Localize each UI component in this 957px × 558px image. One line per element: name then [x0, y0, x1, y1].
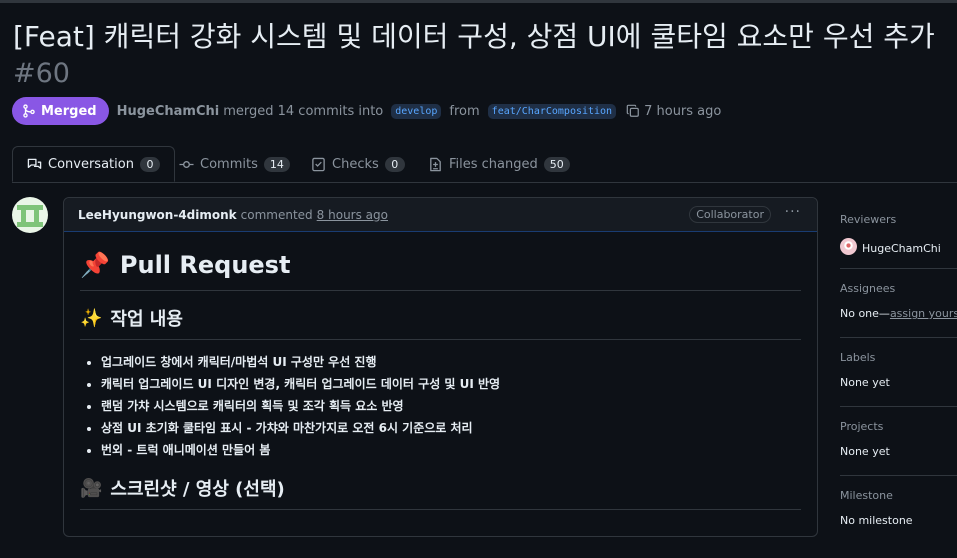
tab-checks[interactable]: Checks 0 [311, 146, 405, 182]
checks-icon [311, 157, 326, 172]
milestone-label[interactable]: Milestone [840, 489, 957, 502]
projects-label[interactable]: Projects [840, 420, 957, 433]
conversation-icon [27, 157, 42, 172]
sidebar-assignees: Assignees No one—assign yourself [840, 282, 957, 338]
reviewer-avatar [840, 238, 857, 258]
sidebar-reviewers: Reviewers HugeChamChi [840, 213, 957, 269]
comment-header: LeeHyungwon-4dimonk commented 8 hours ag… [64, 198, 817, 232]
pushpin-emoji: 📌 [80, 251, 110, 279]
sparkles-emoji: ✨ [80, 307, 103, 329]
copy-icon[interactable] [626, 104, 640, 118]
head-branch[interactable]: feat/CharComposition [487, 103, 617, 119]
list-item: 랜덤 가챠 시스템으로 캐릭터의 획득 및 조각 획득 요소 반영 [101, 395, 801, 417]
comment-time[interactable]: 8 hours ago [317, 208, 388, 222]
list-item: 캐릭터 업그레이드 UI 디자인 변경, 캐릭터 업그레이드 데이터 구성 및 … [101, 373, 801, 395]
base-branch[interactable]: develop [391, 103, 442, 119]
avatar[interactable] [12, 197, 48, 233]
work-list: 업그레이드 창에서 캐릭터/마법석 UI 구성만 우선 진행 캐릭터 업그레이드… [80, 351, 801, 461]
comment-box: LeeHyungwon-4dimonk commented 8 hours ag… [63, 197, 818, 537]
pr-tabs: Conversation 0 Commits 14 Checks 0 Files… [12, 146, 957, 183]
tab-label: Files changed [449, 156, 538, 172]
labels-value: None yet [840, 376, 890, 389]
tab-label: Conversation [48, 156, 134, 172]
assign-yourself-link[interactable]: assign yourself [890, 307, 957, 320]
comment-author[interactable]: LeeHyungwon-4dimonk [78, 208, 237, 222]
merged-label: Merged [41, 103, 97, 119]
merged-badge: Merged [12, 97, 109, 125]
labels-label[interactable]: Labels [840, 351, 957, 364]
tab-commits[interactable]: Commits 14 [179, 146, 290, 182]
reviewers-label[interactable]: Reviewers [840, 213, 957, 226]
assignees-label[interactable]: Assignees [840, 282, 957, 295]
milestone-value: No milestone [840, 514, 913, 527]
merge-text: merged 14 commits into [223, 103, 384, 119]
sidebar: Reviewers HugeChamChi Assignees No one—a… [840, 205, 957, 558]
sidebar-milestone: Milestone No milestone [840, 489, 957, 545]
tab-label: Checks [332, 156, 379, 172]
sidebar-labels: Labels None yet [840, 351, 957, 407]
tab-files-changed[interactable]: Files changed 50 [428, 146, 570, 182]
pr-number: #60 [13, 58, 70, 89]
comment-body: 📌 Pull Request ✨ 작업 내용 업그레이드 창에서 캐릭터/마법석… [64, 248, 817, 510]
page-title: [Feat] 캐릭터 강화 시스템 및 데이터 구성, 상점 UI에 쿨타임 요… [13, 20, 935, 53]
top-border [0, 0, 957, 3]
list-item: 상점 UI 초기화 쿨타임 표시 - 가챠와 마찬가지로 오전 6시 기준으로 … [101, 417, 801, 439]
comment-action: commented [240, 207, 313, 222]
pr-author-link[interactable]: HugeChamChi [117, 104, 220, 119]
assignees-value: No one—assign yourself [840, 307, 957, 320]
tab-count: 14 [263, 156, 290, 172]
tab-label: Commits [200, 156, 258, 172]
pr-time[interactable]: 7 hours ago [644, 104, 721, 119]
kebab-icon[interactable]: ··· [785, 204, 801, 220]
heading-screenshots: 🎥 스크린샷 / 영상 (선택) [80, 475, 801, 510]
file-diff-icon [428, 157, 443, 172]
commit-icon [179, 157, 194, 172]
tab-count: 0 [139, 156, 160, 172]
camera-emoji: 🎥 [80, 477, 103, 499]
tab-count: 0 [384, 156, 405, 172]
reviewer-name: HugeChamChi [862, 241, 941, 255]
reviewer-item[interactable]: HugeChamChi [840, 238, 957, 258]
collaborator-badge: Collaborator [689, 206, 771, 223]
sidebar-projects: Projects None yet [840, 420, 957, 476]
tab-conversation[interactable]: Conversation 0 [12, 146, 175, 182]
projects-value: None yet [840, 445, 890, 458]
list-item: 번외 - 트럭 애니메이션 만들어 봄 [101, 439, 801, 461]
heading-pull-request: 📌 Pull Request [80, 248, 801, 291]
heading-text: 작업 내용 [110, 309, 183, 330]
tab-count: 50 [543, 156, 570, 172]
from-text: from [449, 103, 480, 119]
heading-text: Pull Request [119, 251, 291, 279]
assignees-none: No one— [840, 307, 890, 320]
heading-work-content: ✨ 작업 내용 [80, 305, 801, 340]
pr-meta: Merged HugeChamChi merged 14 commits int… [12, 97, 721, 125]
list-item: 업그레이드 창에서 캐릭터/마법석 UI 구성만 우선 진행 [101, 351, 801, 373]
merge-icon [23, 104, 35, 118]
heading-text: 스크린샷 / 영상 (선택) [110, 479, 285, 500]
